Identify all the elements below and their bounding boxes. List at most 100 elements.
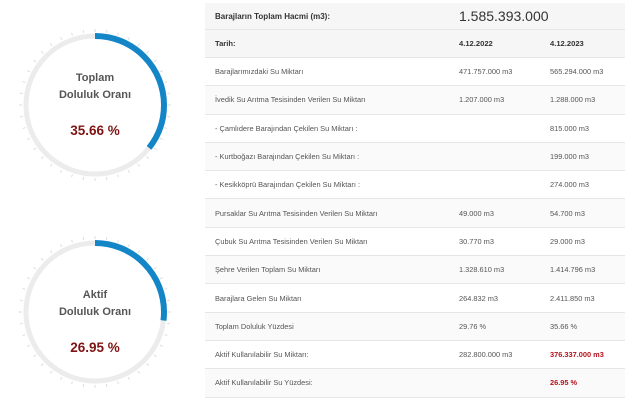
table-header-row: Barajların Toplam Hacmi (m3): 1.585.393.…	[205, 3, 625, 30]
table-row: Barajlarımızdaki Su Miktarı 471.757.000 …	[205, 58, 625, 87]
table-row: Çubuk Su Arıtma Tesisinden Verilen Su Mi…	[205, 228, 625, 257]
date-row: Tarih: 4.12.2022 4.12.2023	[205, 30, 625, 58]
date-col-1: 4.12.2022	[459, 39, 493, 48]
row-value-2022: 49.000 m3	[459, 208, 494, 218]
gauge-tick-mark	[33, 354, 37, 358]
gauge-tick-mark	[137, 370, 141, 374]
row-label: Barajlarımızdaki Su Miktarı	[215, 67, 304, 77]
row-value-2023: 2.411.850 m3	[550, 293, 595, 303]
gauge-tick-mark	[137, 163, 141, 167]
row-value-2023: 199.000 m3	[550, 152, 590, 162]
gauge-tick-mark	[127, 37, 130, 41]
gauge-tick-mark	[127, 244, 130, 248]
gauge-value: 35.66 %	[70, 123, 120, 138]
gauge-tick-mark	[49, 370, 53, 374]
row-label: - Kesikköprü Barajından Çekilen Su Mikta…	[215, 180, 361, 190]
gauge-tick-mark	[153, 354, 157, 358]
gauge-title-line2: Doluluk Oranı	[58, 89, 132, 101]
table-row: İvedik Su Arıtma Tesisinden Verilen Su M…	[205, 86, 625, 115]
total-fill-gauge: Toplam Doluluk Oranı 35.66 %	[19, 29, 171, 181]
gauge-tick-mark	[71, 239, 73, 243]
gauge-title-line1: Aktif	[82, 289, 108, 301]
gauge-tick-mark	[40, 257, 44, 261]
gauge-tick-mark	[60, 37, 63, 41]
gauge-tick-mark	[71, 174, 73, 178]
gauge-tick-mark	[153, 59, 157, 63]
row-label: Pursaklar Su Arıtma Tesisinden Verilen S…	[215, 208, 378, 218]
gauge-tick-mark	[117, 381, 119, 385]
dam-stats-table: Barajların Toplam Hacmi (m3): 1.585.393.…	[205, 3, 625, 398]
gauge-tick-mark	[127, 376, 130, 380]
gauge-tick-mark	[27, 277, 31, 280]
gauge-tick-mark	[71, 32, 73, 36]
row-label: - Kurtboğazı Barajından Çekilen Su Mikta…	[215, 152, 360, 162]
gauge-tick-mark	[117, 174, 119, 178]
row-label: Aktif Kullanılabilir Su Miktarı:	[215, 350, 309, 360]
gauge-tick-mark	[33, 59, 37, 63]
row-label: Barajlara Gelen Su Miktarı	[215, 293, 302, 303]
row-value-2022: 282.800.000 m3	[459, 350, 513, 360]
table-row: - Kesikköprü Barajından Çekilen Su Mikta…	[205, 171, 625, 200]
row-value-2023-highlight: 26.95 %	[550, 378, 578, 388]
table-row: Barajlara Gelen Su Miktarı 264.832 m3 2.…	[205, 284, 625, 313]
row-label: İvedik Su Arıtma Tesisinden Verilen Su M…	[215, 95, 366, 105]
row-value-2023: 54.700 m3	[550, 208, 585, 218]
gauge-tick-mark	[71, 381, 73, 385]
row-value-2023: 29.000 m3	[550, 236, 585, 246]
active-fill-gauge: Aktif Doluluk Oranı 26.95 %	[19, 236, 171, 388]
gauge-tick-mark	[49, 163, 53, 167]
gauge-title-line1: Toplam	[75, 72, 115, 84]
row-value-2023: 1.288.000 m3	[550, 95, 596, 105]
gauge-tick-mark	[40, 363, 44, 367]
gauge-tick-mark	[146, 50, 150, 54]
table-row: - Kurtboğazı Barajından Çekilen Su Mikta…	[205, 142, 625, 172]
gauge-value: 26.95 %	[70, 340, 120, 355]
gauge-tick-mark	[153, 266, 157, 270]
row-value-2023: 35.66 %	[550, 321, 578, 331]
row-value-2023: 1.414.796 m3	[550, 265, 596, 275]
row-label: Aktif Kullanılabilir Su Yüzdesi:	[215, 378, 313, 388]
gauge-tick-mark	[117, 239, 119, 243]
gauge-tick-mark	[159, 137, 163, 140]
gauge-tick-mark	[33, 266, 37, 270]
row-value-2023: 565.294.000 m3	[550, 67, 604, 77]
gauge-tick-mark	[153, 147, 157, 151]
gauge-tick-mark	[146, 363, 150, 367]
gauge-tick-mark	[27, 137, 31, 140]
table-row: Şehre Verilen Toplam Su Miktarı 1.328.61…	[205, 256, 625, 285]
row-value-2022: 264.832 m3	[459, 293, 499, 303]
table-row: Aktif Kullanılabilir Su Miktarı: 282.800…	[205, 341, 625, 370]
date-label: Tarih:	[215, 39, 236, 48]
gauge-tick-mark	[146, 156, 150, 160]
row-value-2022: 1.328.610 m3	[459, 265, 505, 275]
gauge-ticks	[19, 29, 171, 181]
row-value-2022: 471.757.000 m3	[459, 67, 513, 77]
gauge-tick-mark	[60, 376, 63, 380]
row-value-2023: 815.000 m3	[550, 123, 590, 133]
table-row: Aktif Kullanılabilir Su Yüzdesi: 26.95 %	[205, 369, 625, 398]
row-label: - Çamlıdere Barajından Çekilen Su Miktar…	[215, 123, 358, 133]
row-label: Şehre Verilen Toplam Su Miktarı	[215, 265, 321, 275]
gauge-tick-mark	[117, 32, 119, 36]
gauge-title-line2: Doluluk Oranı	[58, 306, 132, 318]
gauge-tick-mark	[22, 334, 26, 336]
gauge-tick-mark	[146, 257, 150, 261]
gauge-tick-mark	[60, 169, 63, 173]
table-row: Toplam Doluluk Yüzdesi 29.76 % 35.66 %	[205, 312, 625, 341]
row-value-2023-highlight: 376.337.000 m3	[550, 350, 604, 360]
gauge-tick-mark	[49, 250, 53, 254]
row-label: Toplam Doluluk Yüzdesi	[215, 321, 294, 331]
total-capacity-label: Barajların Toplam Hacmi (m3):	[215, 11, 330, 21]
row-label: Çubuk Su Arıtma Tesisinden Verilen Su Mi…	[215, 236, 368, 246]
row-value-2022: 1.207.000 m3	[459, 95, 505, 105]
table-row: - Çamlıdere Barajından Çekilen Su Miktar…	[205, 115, 625, 143]
row-value-2022: 30.770 m3	[459, 236, 494, 246]
total-capacity-value: 1.585.393.000	[459, 8, 549, 24]
row-value-2022: 29.76 %	[459, 321, 487, 331]
table-row: Pursaklar Su Arıtma Tesisinden Verilen S…	[205, 199, 625, 228]
row-value-2023: 274.000 m3	[550, 180, 590, 190]
gauge-tick-mark	[137, 250, 141, 254]
gauge-tick-mark	[137, 43, 141, 47]
gauge-tick-mark	[40, 156, 44, 160]
gauge-tick-mark	[164, 334, 168, 336]
